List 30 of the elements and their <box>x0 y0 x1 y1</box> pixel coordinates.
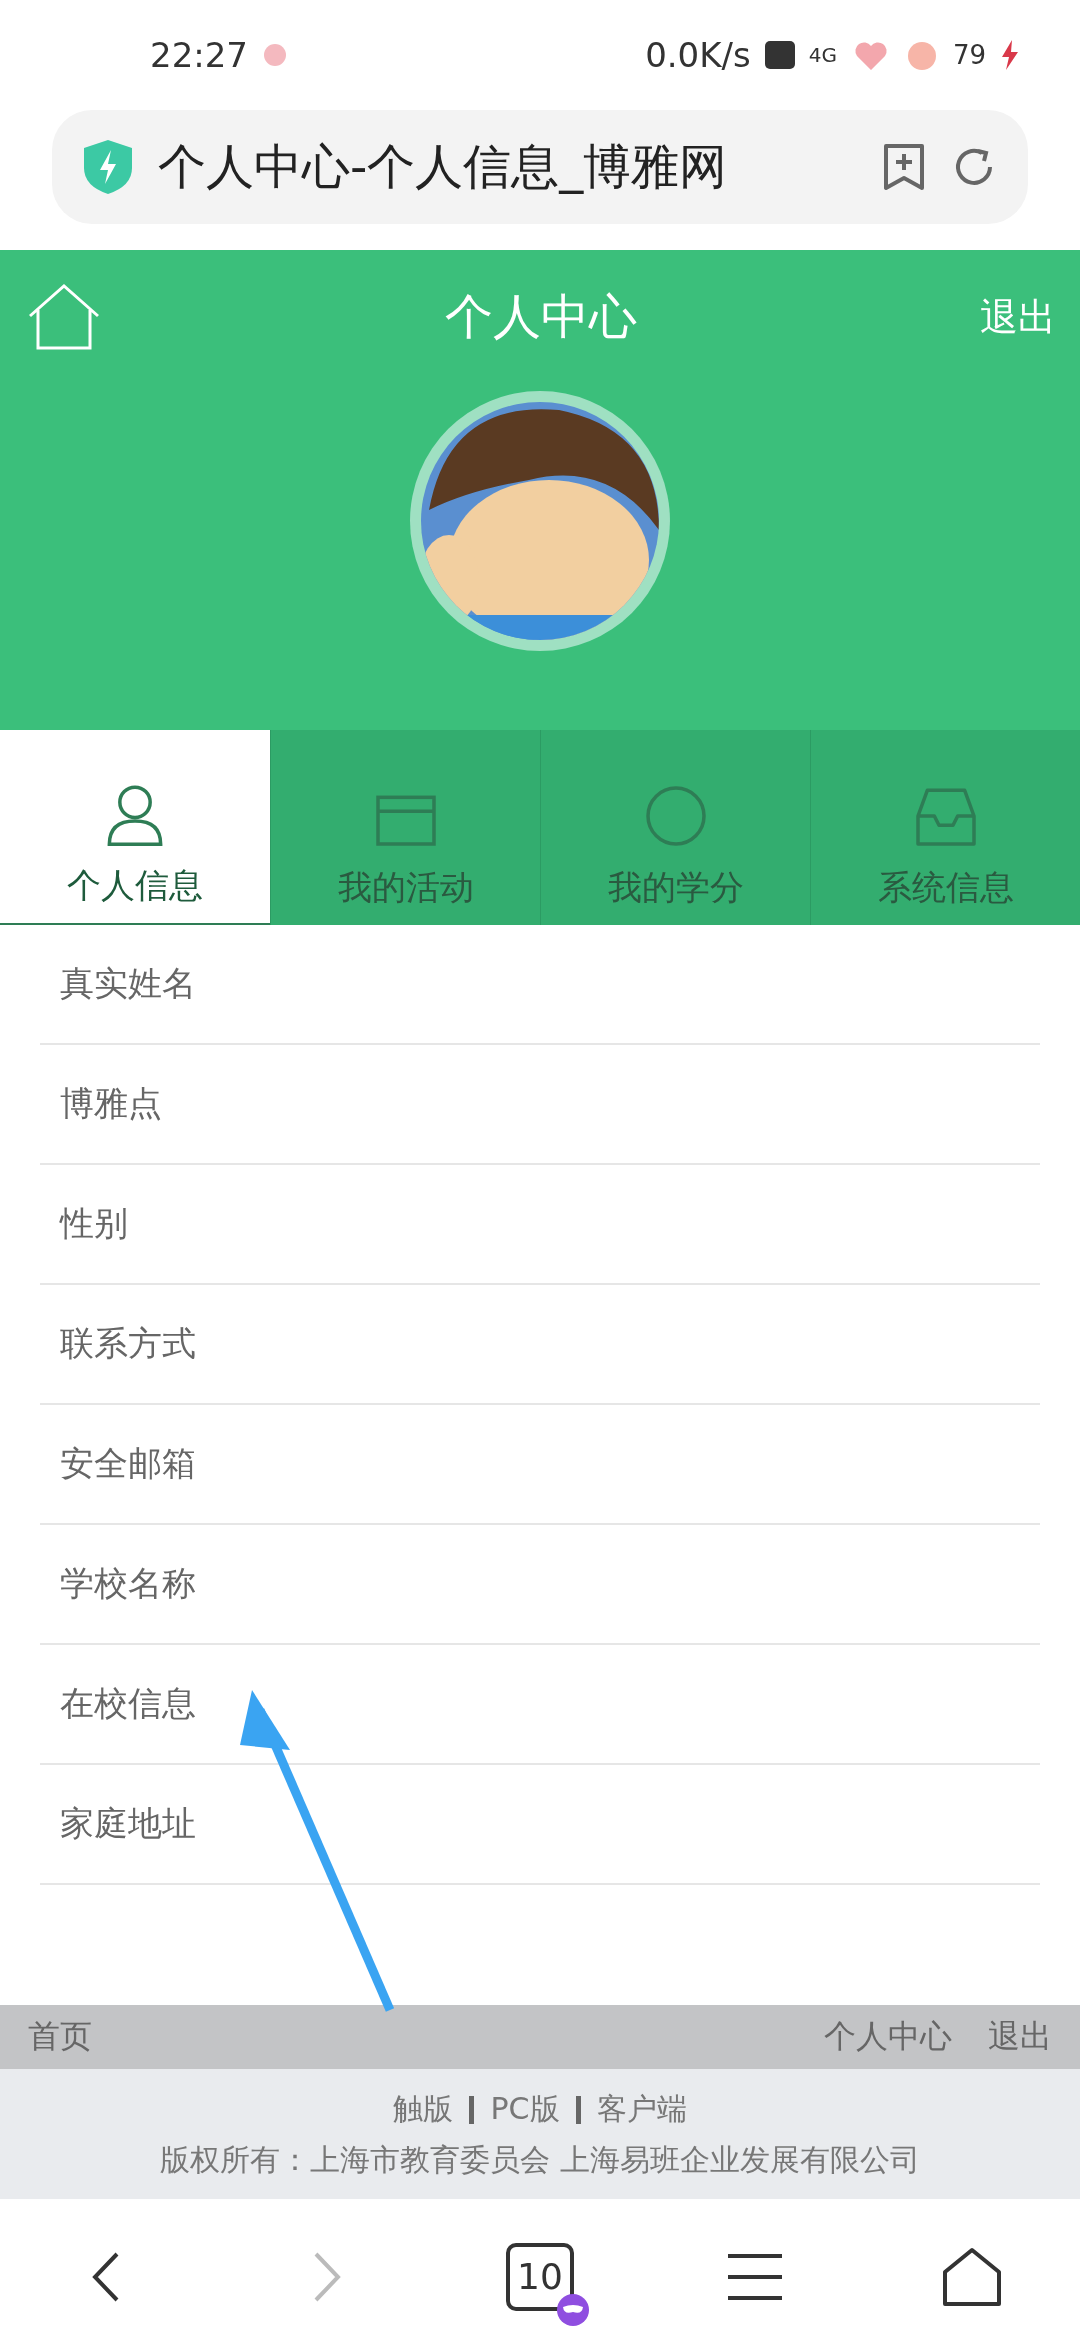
page-heading: 个人中心 <box>445 287 637 346</box>
bookmark-add-icon[interactable] <box>882 142 926 192</box>
tab[interactable]: 我的活动 <box>270 730 540 925</box>
charging-icon <box>1000 40 1020 70</box>
field-label: 学校名称 <box>60 1562 196 1605</box>
network-speed: 0.0K/s <box>645 35 751 75</box>
field-label: 博雅点 <box>60 1082 162 1125</box>
field-label: 在校信息 <box>60 1682 196 1725</box>
tab[interactable]: 系统信息 <box>810 730 1080 925</box>
shield-icon <box>82 138 134 196</box>
footer-link[interactable]: 个人中心 <box>824 2015 952 2059</box>
battery-level: 79 <box>952 40 986 70</box>
page-title: 个人中心-个人信息_博雅网 <box>158 137 729 196</box>
field-label: 安全邮箱 <box>60 1442 196 1485</box>
copyright-text: 版权所有：上海市教育委员会 上海易班企业发展有限公司 <box>160 2141 920 2179</box>
version-link[interactable]: 客户端 <box>596 2089 687 2130</box>
logout-link[interactable]: 退出 <box>980 291 1056 343</box>
incognito-icon <box>555 2292 590 2327</box>
field-label: 家庭地址 <box>60 1802 196 1845</box>
field-label: 真实姓名 <box>60 962 196 1005</box>
network-type: 4G <box>808 43 837 67</box>
address-bar[interactable]: 个人中心-个人信息_博雅网 <box>52 110 1028 224</box>
clock: 22:27 <box>150 35 248 75</box>
field-label: 性别 <box>60 1202 128 1245</box>
footer-link[interactable]: 退出 <box>988 2015 1052 2059</box>
home-link[interactable]: 首页 <box>28 2015 92 2059</box>
tab[interactable]: 我的学分 <box>540 730 810 925</box>
version-link[interactable]: PC版 <box>490 2089 560 2130</box>
version-link[interactable]: 触版 <box>393 2089 454 2130</box>
field-label: 联系方式 <box>60 1322 196 1365</box>
